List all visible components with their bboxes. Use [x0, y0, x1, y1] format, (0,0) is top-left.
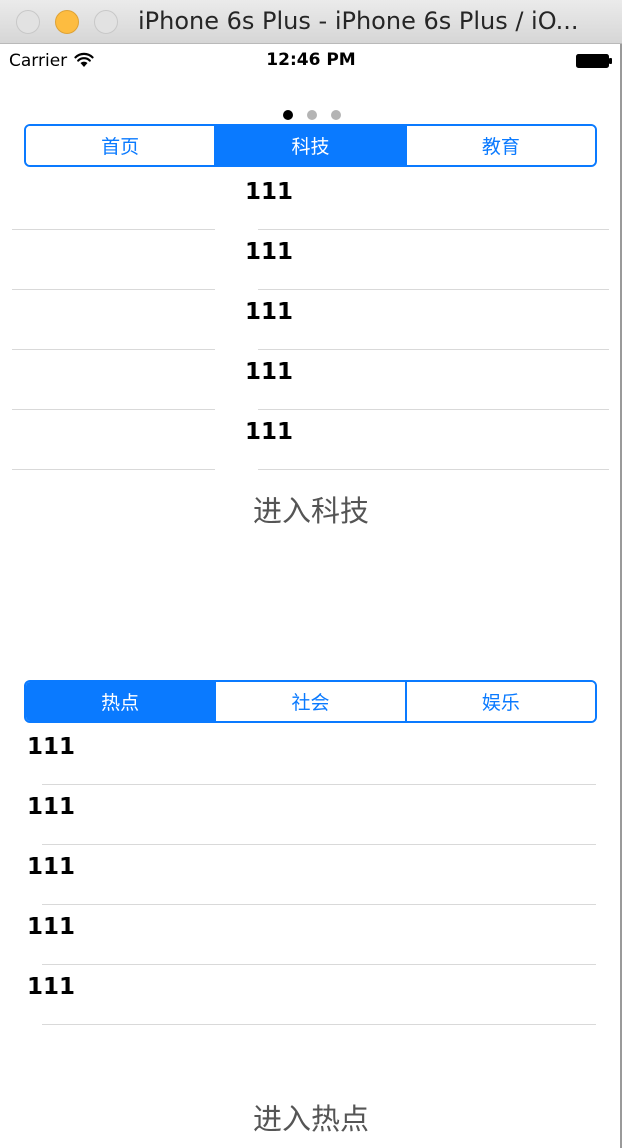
minimize-button[interactable]: [55, 10, 79, 34]
top-segmented-control: 首页 科技 教育: [24, 124, 597, 167]
table-row[interactable]: 111: [0, 905, 622, 965]
close-button[interactable]: [16, 10, 40, 34]
row-label: 111: [27, 914, 76, 940]
status-bar: Carrier 12:46 PM: [0, 44, 622, 76]
separator: [42, 1024, 596, 1025]
table-row[interactable]: 111: [0, 350, 622, 410]
page-dot-2[interactable]: [307, 110, 317, 120]
segment-home[interactable]: 首页: [26, 126, 217, 165]
row-label: 111: [245, 299, 294, 325]
row-label: 111: [27, 854, 76, 880]
window-title-bar: iPhone 6s Plus - iPhone 6s Plus / iO...: [0, 0, 622, 44]
segment-tech[interactable]: 科技: [216, 126, 407, 165]
table-row[interactable]: 111: [0, 230, 622, 290]
simulator-window: iPhone 6s Plus - iPhone 6s Plus / iO... …: [0, 0, 622, 1148]
row-label: 111: [27, 734, 76, 760]
page-dot-3[interactable]: [331, 110, 341, 120]
segment-hot[interactable]: 热点: [26, 682, 217, 721]
table-row[interactable]: 111: [0, 170, 622, 230]
window-title: iPhone 6s Plus - iPhone 6s Plus / iO...: [138, 7, 579, 35]
row-label: 111: [245, 179, 294, 205]
separator: [258, 469, 609, 470]
table-row[interactable]: 111: [0, 410, 622, 470]
page-control[interactable]: [283, 110, 341, 120]
row-label: 111: [245, 239, 294, 265]
segment-entertainment[interactable]: 娱乐: [406, 682, 595, 721]
table-row[interactable]: 111: [0, 725, 622, 785]
segment-education[interactable]: 教育: [406, 126, 595, 165]
page-dot-1[interactable]: [283, 110, 293, 120]
separator: [12, 469, 215, 470]
status-time: 12:46 PM: [266, 50, 356, 70]
table-row[interactable]: 111: [0, 845, 622, 905]
enter-hot-button[interactable]: 进入热点: [0, 1096, 622, 1138]
row-label: 111: [27, 794, 76, 820]
table-row[interactable]: 111: [0, 965, 622, 1025]
table-row[interactable]: 111: [0, 785, 622, 845]
enter-tech-button[interactable]: 进入科技: [0, 488, 622, 530]
battery-icon: [576, 54, 612, 68]
table-row[interactable]: 111: [0, 290, 622, 350]
bottom-segmented-control: 热点 社会 娱乐: [24, 680, 597, 723]
segment-society[interactable]: 社会: [216, 682, 407, 721]
row-label: 111: [27, 974, 76, 1000]
zoom-button[interactable]: [94, 10, 118, 34]
row-label: 111: [245, 359, 294, 385]
row-label: 111: [245, 419, 294, 445]
